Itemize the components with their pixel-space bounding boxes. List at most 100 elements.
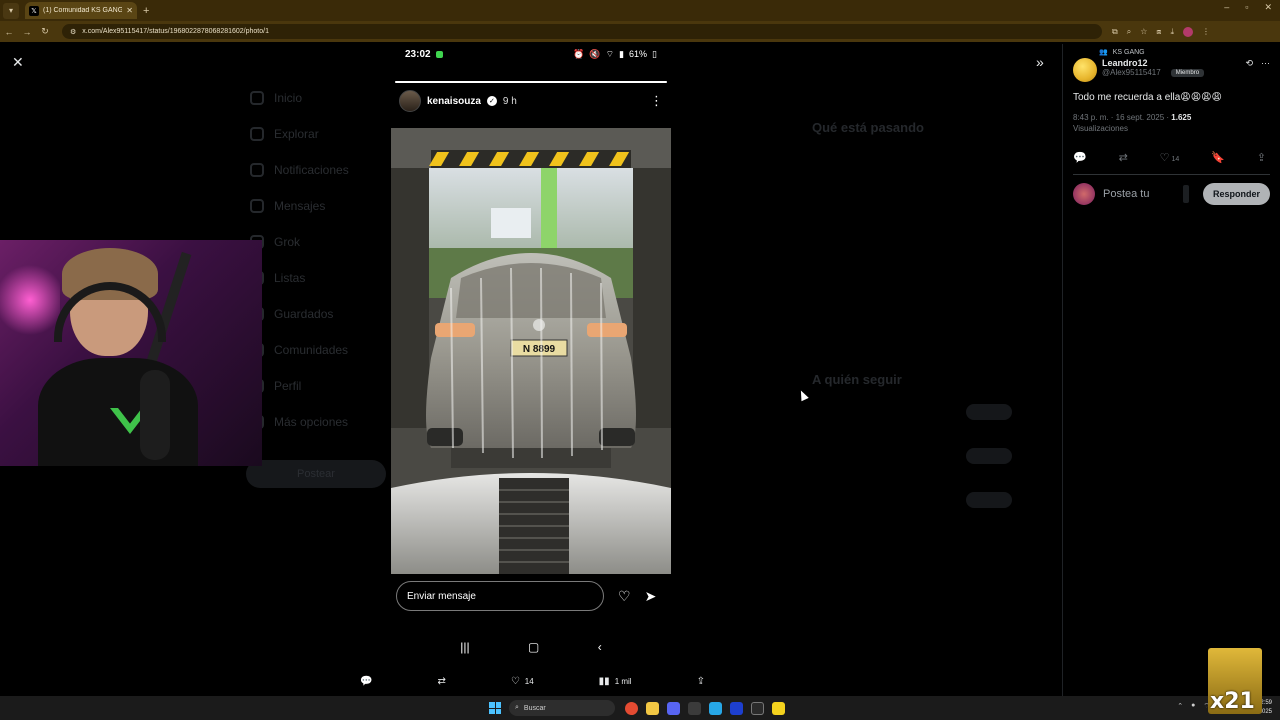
battery-icon: ▯ xyxy=(652,48,657,59)
forward-icon[interactable]: → xyxy=(18,27,36,37)
sidebar-item-dim: Más opciones xyxy=(250,404,390,440)
views-label: Visualizaciones xyxy=(1073,124,1128,133)
webcam-overlay xyxy=(0,240,262,466)
bookmark-star-icon[interactable]: ☆ xyxy=(1140,27,1147,37)
url-field[interactable]: ⚙ x.com/Alex95115417/status/196802287806… xyxy=(62,24,1102,39)
browser-tools: ⧉ ⌕ ☆ ⧈ ⤓ ⋮ xyxy=(1112,26,1210,37)
chrome-icon[interactable] xyxy=(625,701,638,715)
sticky-notes-icon[interactable] xyxy=(772,701,785,715)
like-icon[interactable]: ♡ xyxy=(1160,152,1170,164)
sidebar-item-icon xyxy=(250,127,264,141)
battery-text: 61% xyxy=(629,49,648,59)
discord-icon[interactable] xyxy=(667,701,680,715)
community-label[interactable]: 👥 KS GANG xyxy=(1099,48,1270,57)
tweet-meta: 8:43 p. m. · 16 sept. 2025 · 1.625 xyxy=(1073,113,1270,122)
story-progress xyxy=(395,81,667,83)
more-icon[interactable]: ··· xyxy=(1261,58,1270,82)
browser-tab[interactable]: 𝕏 (1) Comunidad KS GANG / X ✕ xyxy=(25,2,137,19)
reply-icon[interactable]: 💬 xyxy=(360,676,372,687)
recents-icon[interactable]: ||| xyxy=(460,640,469,654)
minimize-icon[interactable]: – xyxy=(1224,2,1229,13)
signal-icon: ▮ xyxy=(619,48,625,59)
file-explorer-icon[interactable] xyxy=(646,701,659,715)
story-username[interactable]: kenaisouza xyxy=(427,96,481,107)
search-icon: ⌕ xyxy=(515,704,519,711)
collapse-panel-icon[interactable]: » xyxy=(1036,54,1044,70)
back-icon[interactable]: ← xyxy=(0,27,18,37)
share-icon[interactable]: ⇪ xyxy=(1257,151,1266,164)
send-message-input[interactable]: Enviar mensaje xyxy=(396,581,604,611)
share-icon[interactable]: ⇪ xyxy=(697,676,705,687)
sidebar-item-dim: Comunidades xyxy=(250,332,390,368)
sidebar-item-label: Listas xyxy=(274,271,306,285)
story-screenshot[interactable]: 23:02 ⏰ 🔇 ⌔ ▮ 61% ▯ kenaisouza ✓ 9 h ⋮ N… xyxy=(391,44,671,666)
sidebar-item-dim: Grok xyxy=(250,224,390,260)
media-icon[interactable] xyxy=(1182,185,1189,203)
site-info-icon[interactable]: ⚙ xyxy=(70,28,76,36)
maximize-icon[interactable]: ▫ xyxy=(1245,2,1248,13)
x-logo-icon: 𝕏 xyxy=(29,5,39,16)
wifi-icon: ⌔ xyxy=(605,48,615,59)
like-icon[interactable]: ♡ xyxy=(511,676,520,687)
home-icon[interactable]: ▢ xyxy=(528,640,539,654)
story-avatar[interactable] xyxy=(399,90,421,112)
profile-avatar[interactable] xyxy=(1183,26,1194,37)
sidebar-item-label: Guardados xyxy=(274,307,334,321)
v-app-icon[interactable] xyxy=(730,701,743,715)
windows-taskbar: ⌕ Buscar ⌃ ● ⌔ 22:59 16/09/2025 xyxy=(0,696,1280,720)
mouse-cursor xyxy=(797,388,809,402)
send-icon[interactable]: ➤ xyxy=(645,588,657,605)
taskbar-search[interactable]: ⌕ Buscar xyxy=(509,700,615,716)
status-time: 23:02 xyxy=(405,48,431,60)
author-name[interactable]: Leandro12 xyxy=(1102,58,1204,68)
install-app-icon[interactable]: ⧉ xyxy=(1112,27,1118,37)
close-window-icon[interactable]: ✕ xyxy=(1264,2,1272,13)
android-nav-bar: ||| ▢ ‹ xyxy=(391,640,671,654)
author-handle[interactable]: @Alex95115417 xyxy=(1102,68,1161,77)
community-icon: 👥 xyxy=(1099,49,1108,56)
more-options-icon[interactable]: ⋮ xyxy=(650,93,663,109)
car-photo-graphic: N 8899 xyxy=(391,128,671,574)
heart-icon[interactable]: ♡ xyxy=(618,588,631,605)
member-badge: Miembro xyxy=(1170,68,1205,77)
license-plate: N 8899 xyxy=(523,344,556,355)
tiktok-icon[interactable] xyxy=(688,701,701,715)
reload-icon[interactable]: ↻ xyxy=(36,26,54,37)
reply-input[interactable]: Postea tu xyxy=(1103,188,1149,200)
author-avatar[interactable] xyxy=(1073,58,1097,82)
menu-kebab-icon[interactable]: ⋮ xyxy=(1202,27,1210,37)
tweet-timestamp[interactable]: 8:43 p. m. · 16 sept. 2025 · xyxy=(1073,113,1169,122)
tab-list-icon[interactable]: ▾ xyxy=(3,2,19,19)
close-media-icon[interactable]: ✕ xyxy=(12,54,24,71)
new-tab-icon[interactable]: + xyxy=(143,5,149,17)
telegram-icon[interactable] xyxy=(709,701,722,715)
zoom-icon[interactable]: ⌕ xyxy=(1127,27,1131,37)
url-text: x.com/Alex95115417/status/19680228780682… xyxy=(82,28,269,35)
story-reply-row: Enviar mensaje ♡ ➤ xyxy=(396,580,666,612)
sidebar-item-dim: Notificaciones xyxy=(250,152,390,188)
bookmark-icon[interactable]: 🔖 xyxy=(1211,151,1225,164)
retweet-icon[interactable]: ⇄ xyxy=(1119,151,1128,164)
retweet-icon[interactable]: ⇄ xyxy=(437,676,445,687)
alarm-icon: ⏰ xyxy=(573,48,585,59)
views-icon[interactable]: ▮▮ xyxy=(599,676,610,687)
obs-icon[interactable] xyxy=(751,701,764,715)
tweet-detail-panel: 👥 KS GANG Leandro12 @Alex95115417 Miembr… xyxy=(1062,44,1280,696)
my-avatar xyxy=(1073,183,1095,205)
phone-status-bar: 23:02 ⏰ 🔇 ⌔ ▮ 61% ▯ xyxy=(391,44,671,64)
sidebar-item-dim: Inicio xyxy=(250,80,390,116)
extension-icon[interactable]: ⧈ xyxy=(1156,27,1161,37)
sidebar-item-icon xyxy=(250,91,264,105)
reply-icon[interactable]: 💬 xyxy=(1073,151,1087,164)
sidebar-item-label: Explorar xyxy=(274,127,319,141)
reply-button[interactable]: Responder xyxy=(1202,183,1270,205)
reply-composer: Postea tu Responder xyxy=(1073,183,1270,205)
grok-icon[interactable]: ⟲ xyxy=(1245,58,1253,82)
download-icon[interactable]: ⤓ xyxy=(1170,27,1174,37)
tray-chevron-icon[interactable]: ⌃ xyxy=(1177,702,1183,711)
windows-start-icon[interactable] xyxy=(489,702,501,714)
sidebar-item-label: Inicio xyxy=(274,91,303,105)
close-tab-icon[interactable]: ✕ xyxy=(126,6,133,15)
tray-app-icon[interactable]: ● xyxy=(1191,702,1195,711)
back-nav-icon[interactable]: ‹ xyxy=(598,640,602,654)
